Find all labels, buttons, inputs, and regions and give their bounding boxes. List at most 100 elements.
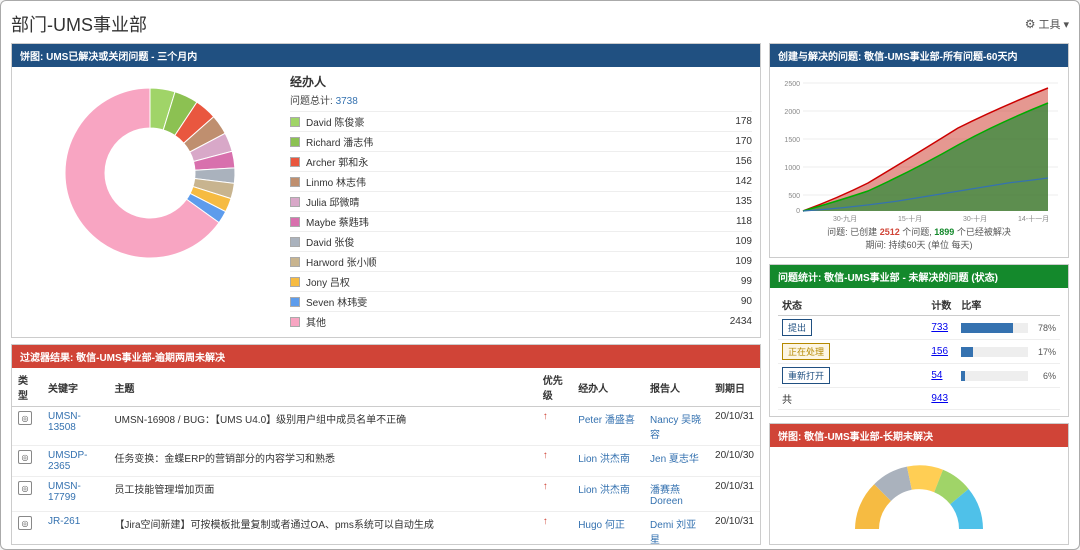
stats-bar: [961, 347, 1028, 357]
filter-panel-title: 过滤器结果: 敬信-UMS事业部-逾期两周未解决: [12, 345, 760, 368]
legend-row[interactable]: Maybe 蔡韪玮118: [290, 211, 752, 231]
col-summary[interactable]: 主题: [108, 368, 536, 407]
reporter-link[interactable]: Jen 夏志华: [650, 454, 699, 465]
legend-row[interactable]: Julia 邱微晴135: [290, 191, 752, 211]
stats-row[interactable]: 提出 733 78%: [778, 316, 1060, 340]
issue-summary: 【Jira空间新建】可按模板批量复制或者通过OA、pms系统可以自动生成: [108, 512, 536, 545]
mini-donut-chart[interactable]: [839, 448, 999, 538]
legend-row[interactable]: Archer 郭和永156: [290, 151, 752, 171]
legend-name: 其他: [306, 314, 730, 329]
col-type[interactable]: 类型: [12, 368, 42, 407]
issue-key-link[interactable]: UMSDP-2365: [48, 450, 87, 472]
legend-row[interactable]: David 张俊109: [290, 231, 752, 251]
svg-text:14-十一月: 14-十一月: [1018, 214, 1049, 223]
priority-up-icon: ↑: [543, 481, 548, 492]
col-reporter[interactable]: 报告人: [644, 368, 709, 407]
stats-row[interactable]: 重新打开546%: [778, 364, 1060, 388]
assignee-link[interactable]: Lion 洪杰南: [578, 485, 630, 496]
legend-total-link[interactable]: 3738: [336, 96, 358, 107]
stats-count-link[interactable]: 733: [931, 322, 948, 333]
legend-name: Jony 吕权: [306, 274, 741, 289]
legend-value: 99: [741, 276, 752, 287]
legend-value: 135: [735, 196, 752, 207]
legend-value: 142: [735, 176, 752, 187]
legend-name: Julia 邱微晴: [306, 194, 735, 209]
legend-value: 178: [735, 116, 752, 127]
legend-value: 109: [735, 236, 752, 247]
issue-summary: 任务变换：金蝶ERP的营销部分的内容学习和熟悉: [108, 446, 536, 477]
issue-key-link[interactable]: UMSN-17799: [48, 481, 81, 503]
svg-text:15-十月: 15-十月: [898, 214, 922, 223]
legend-swatch: [290, 237, 300, 247]
legend-row[interactable]: 其他2434: [290, 311, 752, 331]
stats-count-link[interactable]: 54: [931, 370, 942, 381]
task-icon: ◎: [18, 481, 32, 495]
stats-panel: 问题统计: 敬信-UMS事业部 - 未解决的问题 (状态) 状态 计数 比率 提…: [769, 264, 1069, 417]
legend-row[interactable]: Jony 吕权99: [290, 271, 752, 291]
table-row[interactable]: ◎JR-261【Jira空间新建】可按模板批量复制或者通过OA、pms系统可以自…: [12, 512, 760, 545]
status-badge: 提出: [782, 319, 812, 336]
legend-swatch: [290, 177, 300, 187]
tools-menu[interactable]: ⚙ 工具 ▾: [1025, 16, 1069, 32]
stats-bar: [961, 323, 1028, 333]
assignee-link[interactable]: Lion 洪杰南: [578, 454, 630, 465]
stats-bar: [961, 371, 1028, 381]
stats-count-link[interactable]: 156: [931, 346, 948, 357]
priority-up-icon: ↑: [543, 516, 548, 527]
stats-panel-title: 问题统计: 敬信-UMS事业部 - 未解决的问题 (状态): [770, 265, 1068, 288]
legend-row[interactable]: Linmo 林志伟142: [290, 171, 752, 191]
legend-row[interactable]: David 陈俊豪178: [290, 111, 752, 131]
col-key[interactable]: 关键字: [42, 368, 108, 407]
legend-heading: 经办人: [290, 73, 752, 90]
legend-name: Maybe 蔡韪玮: [306, 214, 736, 229]
due-date: 20/10/31: [709, 407, 760, 446]
reporter-link[interactable]: Demi 刘亚星: [650, 520, 696, 544]
reporter-link[interactable]: 潘赛燕Doreen: [650, 485, 683, 507]
stats-pct: 6%: [1032, 364, 1060, 388]
status-badge: 正在处理: [782, 343, 830, 360]
col-priority[interactable]: 优先级: [537, 368, 572, 407]
legend-swatch: [290, 297, 300, 307]
legend-row[interactable]: Richard 潘志伟170: [290, 131, 752, 151]
legend-swatch: [290, 137, 300, 147]
area-caption-suffix: 个已经被解决: [957, 227, 1011, 237]
assignee-link[interactable]: Peter 潘盛喜: [578, 415, 635, 426]
legend-swatch: [290, 197, 300, 207]
area-panel: 创建与解决的问题: 敬信-UMS事业部-所有问题-60天内 2500 2000 …: [769, 43, 1069, 258]
col-due[interactable]: 到期日: [709, 368, 760, 407]
stats-col-ratio: 比率: [957, 294, 1032, 316]
legend-value: 2434: [730, 316, 752, 327]
reporter-link[interactable]: Nancy 吴晓容: [650, 415, 701, 441]
issue-key-link[interactable]: UMSN-13508: [48, 411, 81, 433]
svg-text:1000: 1000: [784, 165, 800, 172]
area-caption-line2: 期间: 持续60天 (单位 每天): [865, 240, 972, 250]
task-icon: ◎: [18, 450, 32, 464]
stats-col-count: 计数: [927, 294, 957, 316]
legend-swatch: [290, 157, 300, 167]
table-row[interactable]: ◎UMSDP-2365任务变换：金蝶ERP的营销部分的内容学习和熟悉↑Lion …: [12, 446, 760, 477]
pie-panel: 饼图: UMS已解决或关闭问题 - 三个月内 经办人 问题总计: 3738 Da…: [11, 43, 761, 338]
legend-value: 170: [735, 136, 752, 147]
legend-name: David 张俊: [306, 234, 735, 249]
svg-text:0: 0: [796, 208, 800, 215]
svg-text:1500: 1500: [784, 137, 800, 144]
assignee-link[interactable]: Hugo 何正: [578, 520, 625, 531]
stats-row[interactable]: 正在处理15617%: [778, 340, 1060, 364]
issue-key-link[interactable]: JR-261: [48, 516, 80, 527]
stats-total-link[interactable]: 943: [931, 393, 948, 404]
stats-pct: 78%: [1032, 316, 1060, 340]
task-icon: ◎: [18, 411, 32, 425]
table-row[interactable]: ◎UMSN-13508UMSN-16908 / BUG：【UMS U4.0】级别…: [12, 407, 760, 446]
table-row[interactable]: ◎UMSN-17799员工技能管理增加页面↑Lion 洪杰南潘赛燕Doreen2…: [12, 477, 760, 512]
legend-value: 109: [735, 256, 752, 267]
stats-total-label: 共: [778, 388, 927, 410]
legend-name: Archer 郭和永: [306, 154, 735, 169]
stats-table: 状态 计数 比率 提出73378%正在处理15617%重新打开546%共943: [778, 294, 1060, 410]
legend-row[interactable]: Seven 林玮雯90: [290, 291, 752, 311]
pie-panel-title: 饼图: UMS已解决或关闭问题 - 三个月内: [12, 44, 760, 67]
mini-pie-panel: 饼图: 敬信-UMS事业部-长期未解决: [769, 423, 1069, 545]
col-assignee[interactable]: 经办人: [572, 368, 644, 407]
area-chart[interactable]: 2500 2000 1500 1000 500 0 30-九月: [778, 73, 1060, 223]
donut-chart[interactable]: [20, 73, 280, 273]
legend-row[interactable]: Harword 张小顺109: [290, 251, 752, 271]
